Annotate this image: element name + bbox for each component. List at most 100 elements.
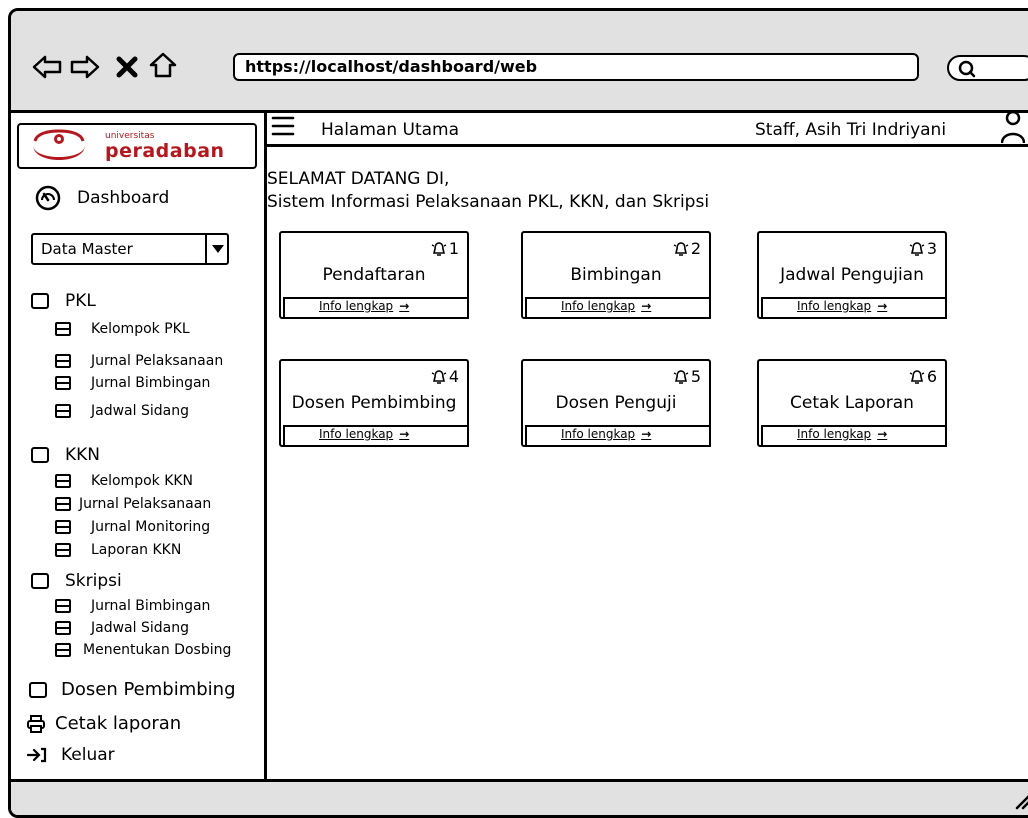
summary-card[interactable]: 4 Dosen Pembimbing Info lengkap → — [279, 359, 469, 447]
logout-icon — [27, 747, 47, 763]
browser-search-field[interactable] — [947, 55, 1028, 81]
sidebar-item-cetak-laporan[interactable]: Cetak laporan — [27, 713, 181, 734]
notification-count: 4 — [431, 367, 459, 386]
sidebar: universitas peradaban Dashboard Data Mas… — [11, 113, 267, 783]
count-value: 4 — [448, 367, 459, 386]
summary-card[interactable]: 3 Jadwal Pengujian Info lengkap → — [757, 231, 947, 319]
card-title: Bimbingan — [570, 265, 662, 285]
card-title: Pendaftaran — [322, 265, 426, 285]
data-master-select[interactable]: Data Master — [31, 233, 229, 265]
sidebar-item-dosen-pembimbing[interactable]: Dosen Pembimbing — [29, 679, 236, 700]
sidebar-item-label: Cetak laporan — [55, 713, 182, 734]
summary-card[interactable]: 5 Dosen Penguji Info lengkap → — [521, 359, 711, 447]
notification-count: 2 — [673, 239, 701, 258]
sidebar-group-label: KKN — [65, 445, 101, 465]
arrow-right-icon: → — [641, 299, 652, 313]
dashboard-gauge-icon — [35, 185, 61, 211]
info-link-label: Info lengkap — [561, 427, 636, 441]
summary-card[interactable]: 1 Pendaftaran Info lengkap → — [279, 231, 469, 319]
arrow-right-icon: → — [641, 427, 652, 441]
info-lengkap-link[interactable]: Info lengkap → — [761, 425, 947, 447]
count-value: 6 — [926, 367, 937, 386]
url-input[interactable]: https://localhost/dashboard/web — [233, 53, 919, 81]
summary-card[interactable]: 2 Bimbingan Info lengkap → — [521, 231, 711, 319]
sidebar-item-label: Jurnal Pelaksanaan — [91, 353, 224, 369]
forward-icon[interactable] — [69, 51, 101, 83]
briefcase-icon — [55, 376, 71, 390]
sidebar-item-laporan-kkn[interactable]: Laporan KKN — [55, 542, 181, 558]
info-link-label: Info lengkap — [797, 427, 872, 441]
sidebar-item-dashboard[interactable]: Dashboard — [35, 185, 169, 211]
summary-card[interactable]: 6 Cetak Laporan Info lengkap → — [757, 359, 947, 447]
info-lengkap-link[interactable]: Info lengkap → — [525, 425, 711, 447]
info-link-label: Info lengkap — [319, 299, 394, 313]
briefcase-icon — [55, 497, 71, 511]
sidebar-item-kelompok-pkl[interactable]: Kelompok PKL — [55, 321, 190, 337]
app-header: Halaman Utama Staff, Asih Tri Indriyani — [267, 110, 1028, 147]
sidebar-group-label: PKL — [65, 291, 96, 311]
briefcase-icon — [55, 322, 71, 336]
university-logo[interactable]: universitas peradaban — [17, 123, 257, 169]
hamburger-menu-icon[interactable] — [271, 115, 295, 141]
notification-count: 1 — [431, 239, 459, 258]
arrow-right-icon: → — [877, 299, 888, 313]
info-lengkap-link[interactable]: Info lengkap → — [283, 425, 469, 447]
card-title: Dosen Pembimbing — [291, 393, 457, 413]
sidebar-item-jadwal-sidang-pkl[interactable]: Jadwal Sidang — [55, 403, 189, 419]
user-avatar-icon[interactable] — [1000, 109, 1026, 149]
sidebar-item-label: Jurnal Monitoring — [91, 519, 211, 535]
briefcase-icon — [55, 354, 71, 368]
sidebar-item-keluar[interactable]: Keluar — [27, 745, 115, 765]
briefcase-icon — [55, 599, 71, 613]
arrow-right-icon: → — [399, 299, 410, 313]
sidebar-item-jurnal-pelaksanaan-kkn[interactable]: Jurnal Pelaksanaan — [55, 496, 211, 512]
info-lengkap-link[interactable]: Info lengkap → — [283, 297, 469, 319]
sidebar-item-jurnal-bimbingan-pkl[interactable]: Jurnal Bimbingan — [55, 375, 210, 391]
close-icon[interactable] — [111, 51, 143, 83]
browser-status-bar — [11, 779, 1028, 815]
briefcase-icon — [55, 543, 71, 557]
notification-count: 6 — [909, 367, 937, 386]
sidebar-item-jurnal-pelaksanaan-pkl[interactable]: Jurnal Pelaksanaan — [55, 353, 223, 369]
sidebar-group-kkn[interactable]: KKN — [31, 445, 100, 465]
sidebar-item-label: Kelompok KKN — [91, 473, 194, 489]
printer-icon — [27, 714, 45, 733]
logo-emblem-icon — [33, 129, 85, 160]
book-icon — [31, 293, 49, 309]
sidebar-item-label: Jurnal Bimbingan — [91, 375, 211, 391]
sidebar-group-skripsi[interactable]: Skripsi — [31, 571, 122, 591]
sidebar-item-jadwal-sidang-skripsi[interactable]: Jadwal Sidang — [55, 620, 189, 636]
count-value: 2 — [690, 239, 701, 258]
resize-grip-icon[interactable] — [1011, 790, 1028, 814]
notification-count: 5 — [673, 367, 701, 386]
browser-window: https://localhost/dashboard/web universi… — [8, 8, 1028, 818]
info-link-label: Info lengkap — [319, 427, 394, 441]
user-name[interactable]: Staff, Asih Tri Indriyani — [755, 120, 946, 140]
briefcase-icon — [55, 474, 71, 488]
bell-icon — [431, 369, 447, 384]
sidebar-item-label: Laporan KKN — [91, 542, 182, 558]
card-title: Cetak Laporan — [790, 393, 914, 413]
sidebar-item-kelompok-kkn[interactable]: Kelompok KKN — [55, 473, 193, 489]
book-icon — [29, 681, 47, 698]
sidebar-item-menentukan-dosbing[interactable]: Menentukan Dosbing — [55, 642, 231, 658]
sidebar-item-label: Menentukan Dosbing — [83, 642, 232, 658]
bell-icon — [909, 241, 925, 256]
book-icon — [31, 573, 49, 589]
back-icon[interactable] — [31, 51, 63, 83]
info-lengkap-link[interactable]: Info lengkap → — [525, 297, 711, 319]
sidebar-item-jurnal-monitoring[interactable]: Jurnal Monitoring — [55, 519, 210, 535]
bell-icon — [431, 241, 447, 256]
notification-count: 3 — [909, 239, 937, 258]
card-title: Dosen Penguji — [555, 393, 677, 413]
sidebar-group-pkl[interactable]: PKL — [31, 291, 96, 311]
chevron-down-icon[interactable] — [205, 233, 229, 265]
card-title: Jadwal Pengujian — [780, 265, 924, 285]
info-lengkap-link[interactable]: Info lengkap → — [761, 297, 947, 319]
bell-icon — [909, 369, 925, 384]
sidebar-item-jurnal-bimbingan-skripsi[interactable]: Jurnal Bimbingan — [55, 598, 210, 614]
browser-toolbar: https://localhost/dashboard/web — [11, 11, 1028, 113]
count-value: 5 — [690, 367, 701, 386]
sidebar-item-label: Jadwal Sidang — [91, 620, 189, 636]
home-icon[interactable] — [147, 49, 179, 81]
